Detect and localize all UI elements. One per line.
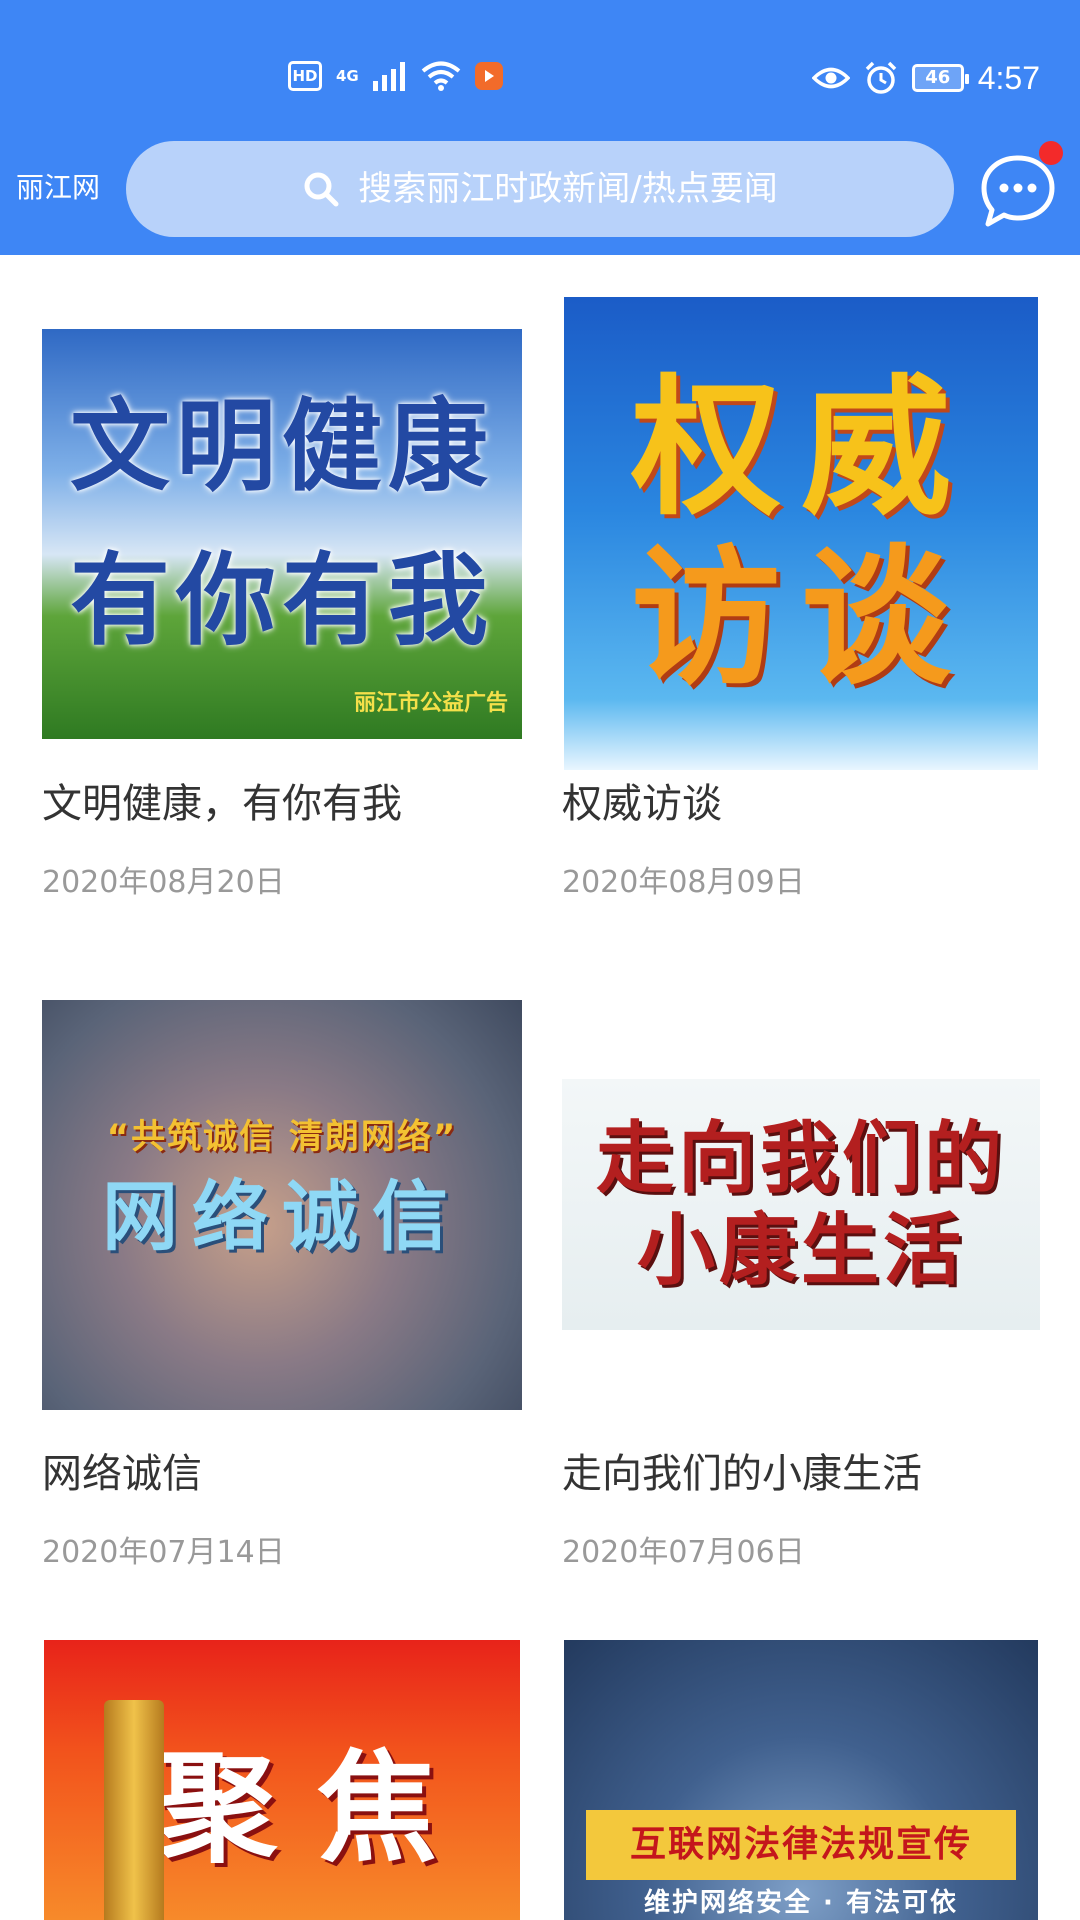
article-thumbnail: 权威 访谈 (564, 297, 1038, 770)
search-bar[interactable]: 搜索丽江时政新闻/热点要闻 (126, 141, 954, 237)
thumbnail-text: 网络诚信 (102, 1172, 462, 1261)
thumbnail-text: 维护网络安全 · 有法可依 (644, 1888, 958, 1918)
search-placeholder: 搜索丽江时政新闻/热点要闻 (358, 169, 778, 209)
status-right: 46 4:57 (811, 58, 1040, 98)
article-thumbnail: 走向我们的 小康生活 (562, 1079, 1040, 1330)
article-date: 2020年08月09日 (562, 865, 805, 900)
article-thumbnail: 文明健康 有你有我 丽江市公益广告 (42, 329, 522, 739)
site-logo-text[interactable]: 丽江网 (16, 170, 100, 206)
thumbnail-text: 聚焦 (157, 1740, 477, 1879)
thumbnail-text: 走向我们的 (595, 1113, 1006, 1204)
thumbnail-text: 互联网法律法规宣传 (629, 1824, 972, 1865)
status-left: HD 4G (288, 60, 503, 92)
article-thumbnail: “共筑诚信 清朗网络” 网络诚信 (42, 1000, 522, 1410)
search-icon (304, 172, 339, 207)
thumbnail-text: 有你有我 (70, 542, 494, 659)
thumbnail-text: 小康生活 (636, 1205, 965, 1296)
thumbnail-text: “共筑诚信 清朗网络” (106, 1117, 458, 1157)
unread-badge (1039, 141, 1063, 165)
article-title: 网络诚信 (42, 1451, 202, 1497)
article-thumbnail: 互联网法律法规宣传 维护网络安全 · 有法可依 (564, 1640, 1038, 1920)
article-title: 走向我们的小康生活 (562, 1451, 922, 1497)
thumbnail-text: 文明健康 (70, 388, 494, 505)
thumbnail-text: 访谈 (630, 531, 971, 706)
article-title: 文明健康，有你有我 (42, 781, 402, 827)
thumbnail-text: 权威 (630, 361, 971, 536)
hd-icon: HD (288, 61, 322, 91)
battery-icon: 46 (911, 64, 969, 92)
article-date: 2020年07月06日 (562, 1535, 805, 1570)
thumbnail-banner: 互联网法律法规宣传 (586, 1810, 1016, 1880)
status-time: 4:57 (977, 60, 1040, 96)
network-type: 4G (336, 66, 359, 85)
article-date: 2020年08月20日 (42, 865, 285, 900)
article-date: 2020年07月14日 (42, 1535, 285, 1570)
article-title: 权威访谈 (562, 781, 722, 827)
thumbnail-caption: 丽江市公益广告 (353, 691, 508, 716)
video-app-icon (474, 62, 503, 90)
article-thumbnail: 聚焦 (44, 1640, 520, 1920)
eye-icon (811, 67, 850, 89)
alarm-icon (865, 61, 896, 94)
status-bar: HD 4G 46 4:57 (0, 0, 1080, 130)
app-header: HD 4G 46 4:57 丽江网 搜索丽江时政新闻/热点要闻 (0, 0, 1080, 255)
wifi-icon (421, 61, 461, 91)
monument-shape (104, 1700, 164, 1920)
signal-icon (372, 62, 405, 91)
